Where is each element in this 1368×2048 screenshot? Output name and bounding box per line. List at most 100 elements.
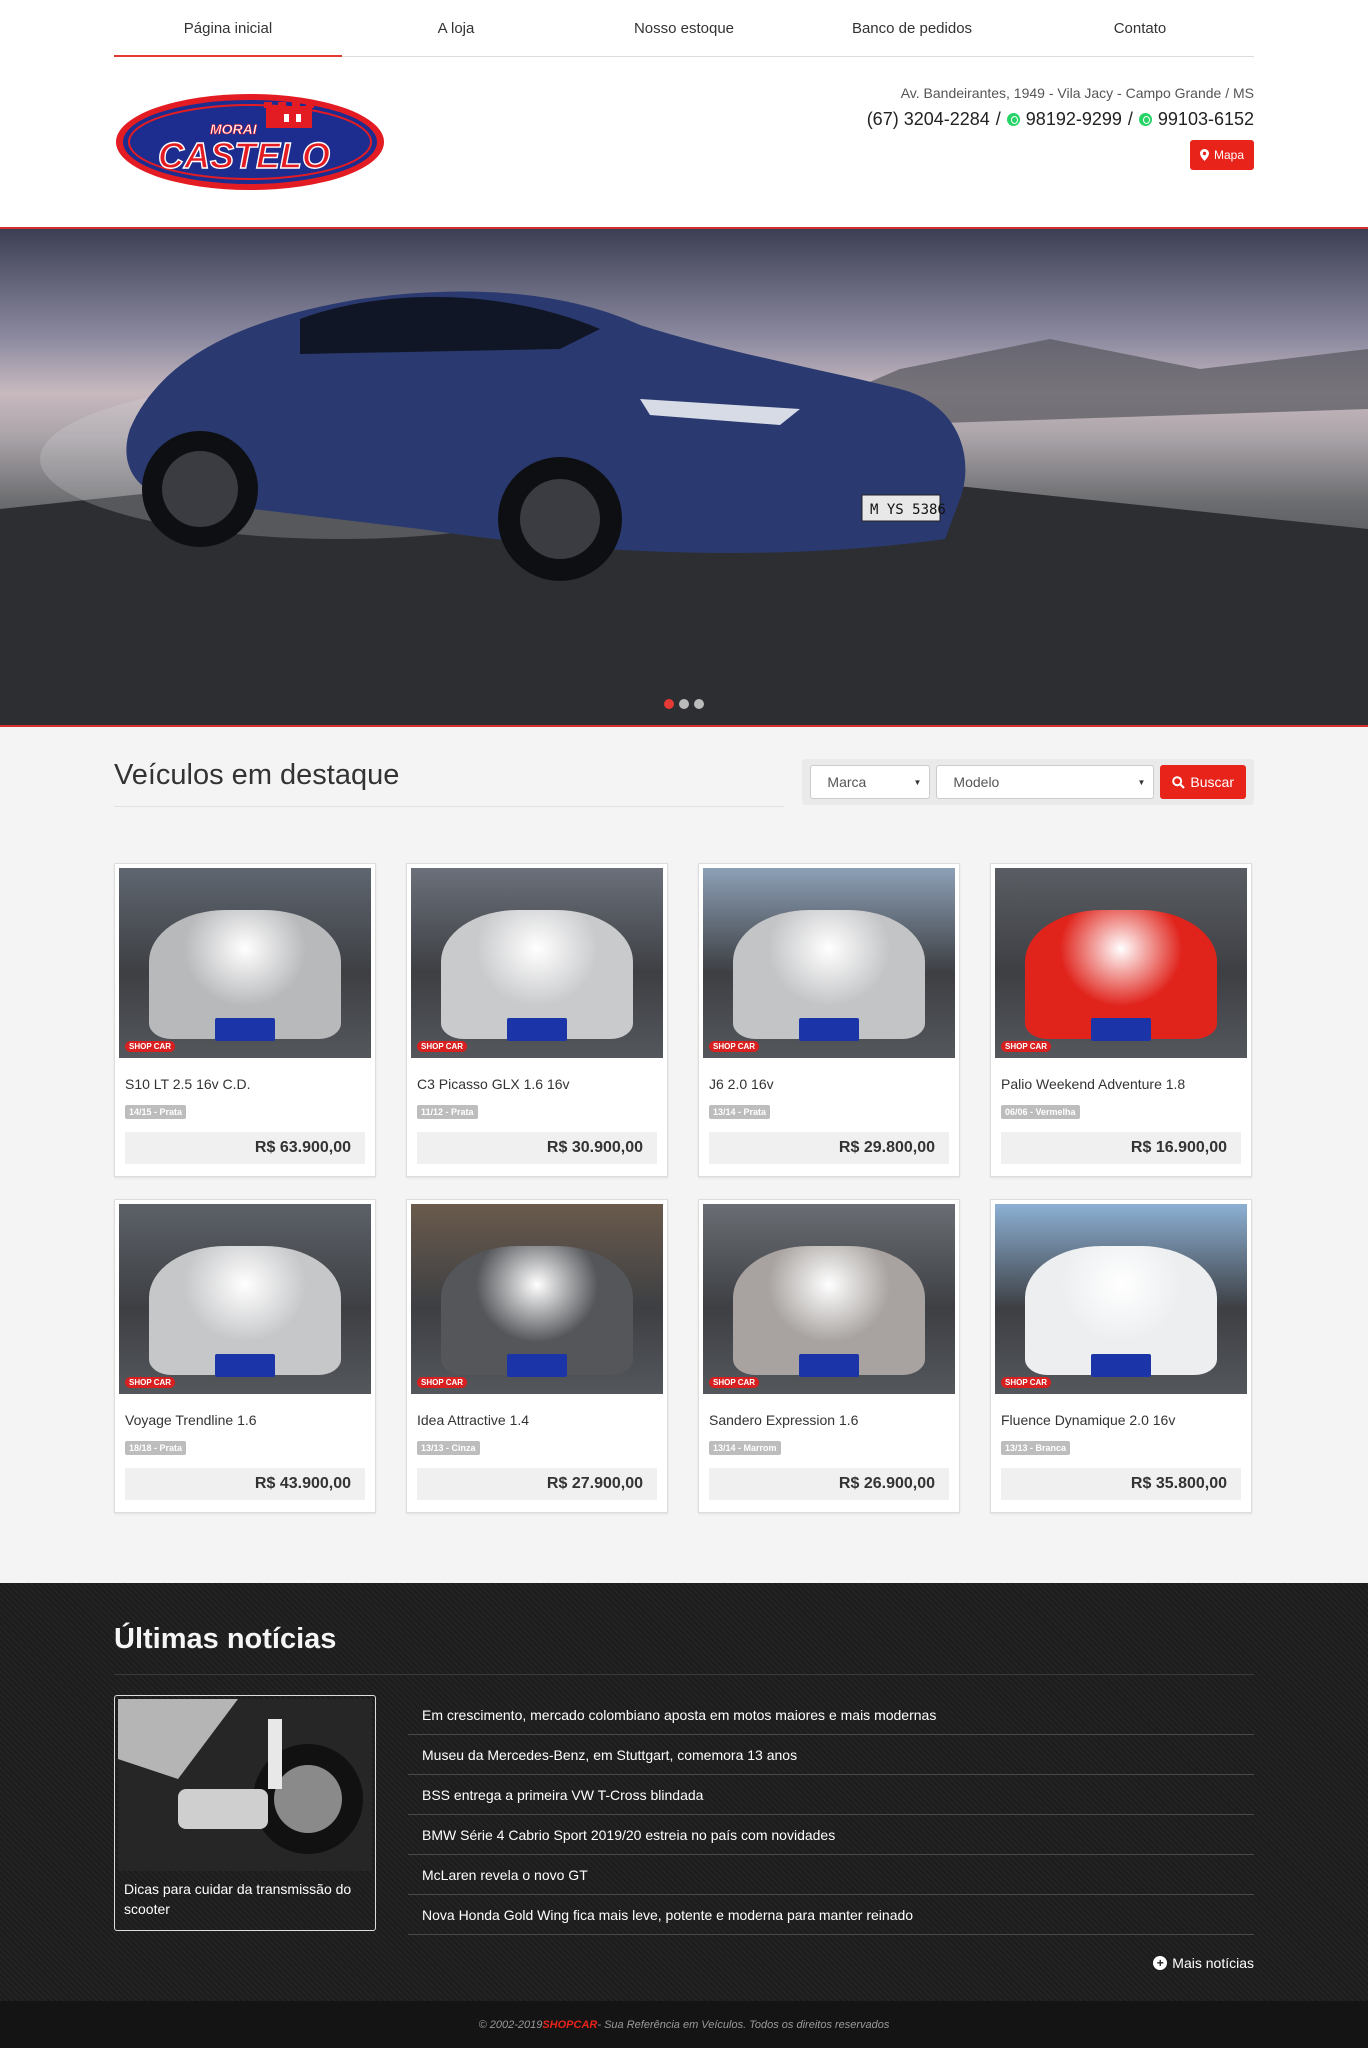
site-header: MORAI CASTELO Av. Bandeirantes, 1949 - V… bbox=[114, 57, 1254, 227]
phone-landline[interactable]: (67) 3204-2284 bbox=[867, 109, 990, 130]
vehicle-price: R$ 63.900,00 bbox=[125, 1132, 365, 1164]
dealer-plate bbox=[506, 1018, 568, 1041]
search-button[interactable]: Buscar bbox=[1160, 765, 1246, 799]
phones: (67) 3204-2284 / 98192-9299 / 99103-6152 bbox=[867, 109, 1254, 130]
footer-brand[interactable]: SHOPCAR bbox=[542, 2019, 597, 2031]
featured-section: Veículos em destaque Marca ▼ Modelo ▼ Bu… bbox=[0, 727, 1368, 1583]
vehicle-year-color: 13/14 - Prata bbox=[709, 1105, 771, 1119]
news-item[interactable]: BSS entrega a primeira VW T-Cross blinda… bbox=[408, 1775, 1254, 1815]
vehicle-name[interactable]: J6 2.0 16v bbox=[709, 1076, 949, 1092]
shopcar-badge: SHOP CAR bbox=[417, 1041, 468, 1052]
news-item[interactable]: Em crescimento, mercado colombiano apost… bbox=[408, 1695, 1254, 1735]
nav-stock[interactable]: Nosso estoque bbox=[570, 0, 798, 56]
dealer-plate bbox=[798, 1018, 860, 1041]
hero-image: M YS 5386 bbox=[0, 291, 1368, 725]
vehicle-photo[interactable]: SHOP CAR bbox=[703, 868, 955, 1058]
vehicle-name[interactable]: Idea Attractive 1.4 bbox=[417, 1412, 657, 1428]
hero-plate-text: M YS 5386 bbox=[870, 502, 946, 518]
vehicle-photo[interactable]: SHOP CAR bbox=[703, 1204, 955, 1394]
slider-dot-2[interactable] bbox=[679, 699, 689, 709]
news-section: Últimas notícias Dicas para cuidar da tr… bbox=[0, 1583, 1368, 2001]
vehicle-name[interactable]: S10 LT 2.5 16v C.D. bbox=[125, 1076, 365, 1092]
news-item[interactable]: Museu da Mercedes-Benz, em Stuttgart, co… bbox=[408, 1735, 1254, 1775]
vehicle-name[interactable]: Fluence Dynamique 2.0 16v bbox=[1001, 1412, 1241, 1428]
featured-title: Veículos em destaque bbox=[114, 759, 784, 807]
slider-dots bbox=[0, 699, 1368, 709]
whatsapp-icon bbox=[1006, 113, 1020, 126]
hero-slider[interactable]: M YS 5386 bbox=[0, 227, 1368, 727]
featured-news-card[interactable]: Dicas para cuidar da transmissão do scoo… bbox=[114, 1695, 376, 1931]
vehicle-price: R$ 27.900,00 bbox=[417, 1468, 657, 1500]
plus-circle-icon: + bbox=[1153, 1956, 1168, 1970]
featured-news-image bbox=[118, 1699, 372, 1871]
more-news-link[interactable]: + Mais notícias bbox=[114, 1955, 1254, 1971]
chevron-down-icon: ▼ bbox=[913, 777, 922, 787]
nav-store[interactable]: A loja bbox=[342, 0, 570, 56]
vehicle-year-color: 13/13 - Branca bbox=[1001, 1441, 1071, 1455]
shopcar-badge: SHOP CAR bbox=[125, 1041, 176, 1052]
vehicle-year-color: 13/14 - Marrom bbox=[709, 1441, 781, 1455]
logo[interactable]: MORAI CASTELO bbox=[114, 92, 386, 192]
search-filter: Marca ▼ Modelo ▼ Buscar bbox=[802, 759, 1254, 805]
vehicle-card[interactable]: SHOP CAR C3 Picasso GLX 1.6 16v 11/12 - Pr… bbox=[406, 863, 668, 1177]
shopcar-badge: SHOP CAR bbox=[709, 1377, 760, 1388]
vehicle-name[interactable]: C3 Picasso GLX 1.6 16v bbox=[417, 1076, 657, 1092]
footer: © 2002-2019 SHOPCAR - Sua Referência em … bbox=[0, 2001, 1368, 2048]
map-button[interactable]: Mapa bbox=[1189, 140, 1254, 170]
vehicle-card[interactable]: SHOP CAR Palio Weekend Adventure 1.8 06/06… bbox=[990, 863, 1252, 1177]
news-list: Em crescimento, mercado colombiano apost… bbox=[408, 1695, 1254, 1935]
brand-select[interactable]: Marca ▼ bbox=[810, 765, 931, 799]
dealer-plate bbox=[214, 1354, 276, 1377]
phone-whatsapp-1[interactable]: 98192-9299 bbox=[1026, 109, 1122, 130]
featured-header: Veículos em destaque Marca ▼ Modelo ▼ Bu… bbox=[114, 759, 1254, 863]
vehicle-photo[interactable]: SHOP CAR bbox=[411, 868, 663, 1058]
dealer-plate bbox=[798, 1354, 860, 1377]
vehicle-price: R$ 35.800,00 bbox=[1001, 1468, 1241, 1500]
search-icon bbox=[1172, 775, 1186, 789]
chevron-down-icon: ▼ bbox=[1137, 777, 1146, 787]
vehicle-name[interactable]: Voyage Trendline 1.6 bbox=[125, 1412, 365, 1428]
phone-whatsapp-2[interactable]: 99103-6152 bbox=[1158, 109, 1254, 130]
vehicle-card[interactable]: SHOP CAR Fluence Dynamique 2.0 16v 13/13 -… bbox=[990, 1199, 1252, 1513]
slider-dot-1[interactable] bbox=[664, 699, 674, 709]
nav-contact[interactable]: Contato bbox=[1026, 0, 1254, 56]
model-select[interactable]: Modelo ▼ bbox=[936, 765, 1155, 799]
vehicle-name[interactable]: Palio Weekend Adventure 1.8 bbox=[1001, 1076, 1241, 1092]
shopcar-badge: SHOP CAR bbox=[1001, 1377, 1052, 1388]
map-label: Mapa bbox=[1213, 148, 1244, 162]
vehicle-card[interactable]: SHOP CAR Sandero Expression 1.6 13/14 - Ma… bbox=[698, 1199, 960, 1513]
news-item[interactable]: Nova Honda Gold Wing fica mais leve, pot… bbox=[408, 1895, 1254, 1935]
vehicle-name[interactable]: Sandero Expression 1.6 bbox=[709, 1412, 949, 1428]
top-container: Página inicial A loja Nosso estoque Banc… bbox=[114, 0, 1254, 227]
vehicle-photo[interactable]: SHOP CAR bbox=[119, 868, 371, 1058]
dealer-plate bbox=[1090, 1018, 1152, 1041]
footer-prefix: © 2002-2019 bbox=[478, 2018, 543, 2031]
vehicle-year-color: 06/06 - Vermelha bbox=[1001, 1105, 1080, 1119]
vehicle-photo[interactable]: SHOP CAR bbox=[411, 1204, 663, 1394]
news-item[interactable]: McLaren revela o novo GT bbox=[408, 1855, 1254, 1895]
nav-orders[interactable]: Banco de pedidos bbox=[798, 0, 1026, 56]
contact-info: Av. Bandeirantes, 1949 - Vila Jacy - Cam… bbox=[867, 85, 1254, 170]
featured-news-caption: Dicas para cuidar da transmissão do scoo… bbox=[124, 1881, 352, 1917]
separator: / bbox=[1127, 109, 1133, 129]
vehicle-year-color: 11/12 - Prata bbox=[417, 1105, 478, 1119]
shopcar-badge: SHOP CAR bbox=[125, 1377, 176, 1388]
dealer-plate bbox=[214, 1018, 276, 1041]
vehicle-photo[interactable]: SHOP CAR bbox=[119, 1204, 371, 1394]
vehicle-price: R$ 16.900,00 bbox=[1001, 1132, 1241, 1164]
news-item[interactable]: BMW Série 4 Cabrio Sport 2019/20 estreia… bbox=[408, 1815, 1254, 1855]
vehicle-photo[interactable]: SHOP CAR bbox=[995, 868, 1247, 1058]
slider-dot-3[interactable] bbox=[694, 699, 704, 709]
main-nav: Página inicial A loja Nosso estoque Banc… bbox=[114, 0, 1254, 57]
vehicle-card[interactable]: SHOP CAR Voyage Trendline 1.6 18/18 - Prat… bbox=[114, 1199, 376, 1513]
shopcar-badge: SHOP CAR bbox=[1001, 1041, 1052, 1052]
vehicle-photo[interactable]: SHOP CAR bbox=[995, 1204, 1247, 1394]
nav-home[interactable]: Página inicial bbox=[114, 0, 342, 57]
vehicle-card[interactable]: SHOP CAR S10 LT 2.5 16v C.D. 14/15 - Prata… bbox=[114, 863, 376, 1177]
dealer-plate bbox=[506, 1354, 568, 1377]
separator: / bbox=[995, 109, 1001, 129]
vehicle-card[interactable]: SHOP CAR J6 2.0 16v 13/14 - Prata R$ 29.800… bbox=[698, 863, 960, 1177]
vehicle-card[interactable]: SHOP CAR Idea Attractive 1.4 13/13 - Cinza… bbox=[406, 1199, 668, 1513]
more-news-label: Mais notícias bbox=[1172, 1955, 1254, 1971]
vehicle-year-color: 13/13 - Cinza bbox=[417, 1441, 480, 1455]
